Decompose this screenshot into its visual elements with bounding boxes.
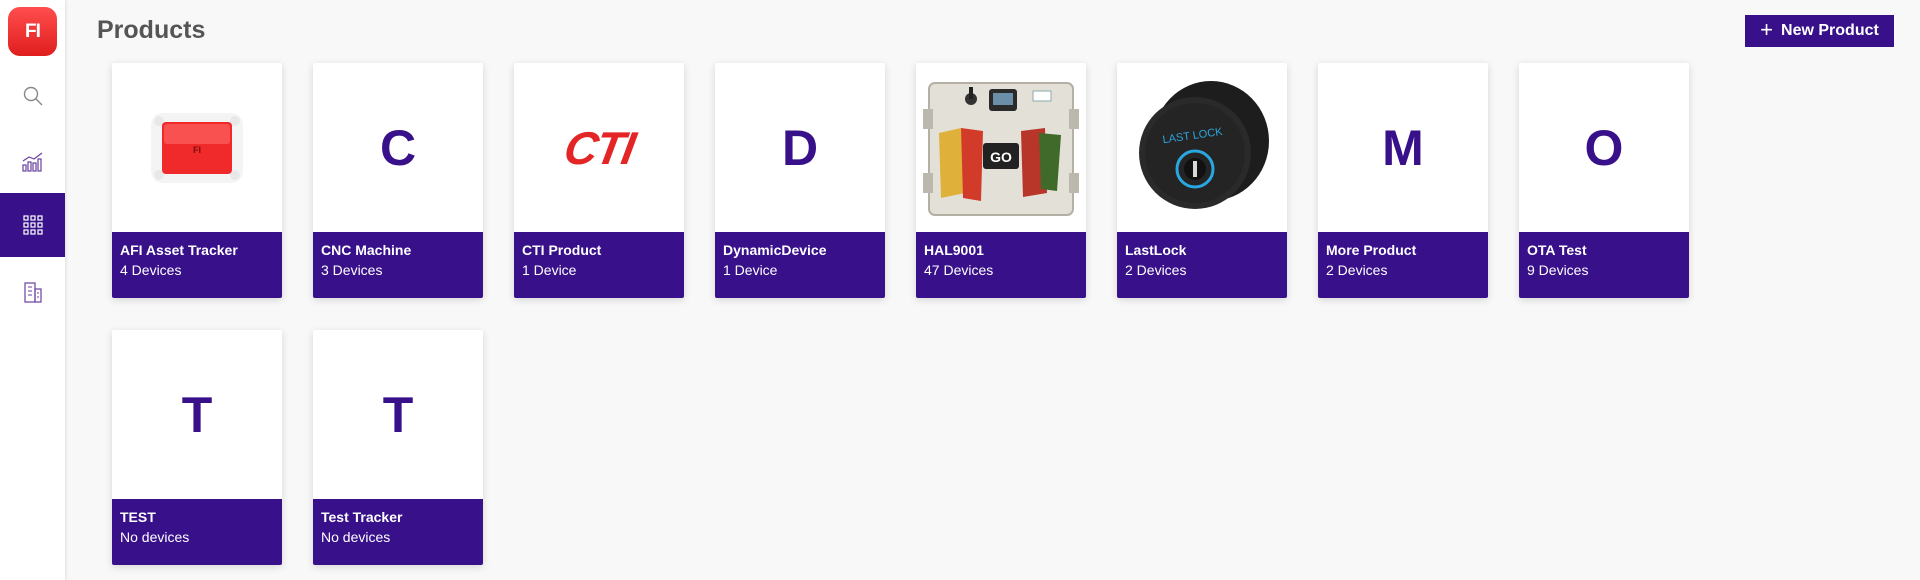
lock-device-image: LAST LOCK xyxy=(1139,80,1269,209)
product-device-count: 9 Devices xyxy=(1527,262,1589,278)
sidebar: FI xyxy=(0,0,65,580)
product-card[interactable]: M More Product 2 Devices xyxy=(1318,63,1488,298)
product-device-count: No devices xyxy=(120,529,190,545)
product-image: T xyxy=(313,330,483,499)
product-device-count: 1 Device xyxy=(522,262,577,278)
product-initial: C xyxy=(379,119,417,176)
product-card-footer: AFI Asset Tracker 4 Devices xyxy=(112,232,282,298)
product-card[interactable]: T Test Tracker No devices xyxy=(313,330,483,565)
product-initial: T xyxy=(181,386,213,443)
product-device-count: 3 Devices xyxy=(321,262,383,278)
product-card[interactable]: O OTA Test 9 Devices xyxy=(1519,63,1689,298)
chart-icon xyxy=(21,152,42,172)
product-name: Test Tracker xyxy=(321,509,403,525)
product-name: AFI Asset Tracker xyxy=(120,242,238,258)
product-card[interactable]: T TEST No devices xyxy=(112,330,282,565)
product-image: O xyxy=(1519,63,1689,232)
product-initial: O xyxy=(1584,119,1624,176)
svg-text:GO: GO xyxy=(990,149,1012,165)
product-card-footer: More Product 2 Devices xyxy=(1318,232,1488,298)
main-content: Products + New Product FI AFI Asset Trac… xyxy=(65,0,1920,580)
new-product-button[interactable]: + New Product xyxy=(1745,15,1894,47)
new-product-label: New Product xyxy=(1781,22,1879,39)
product-grid: FI AFI Asset Tracker 4 Devices C CNC Mac… xyxy=(112,63,1689,565)
product-card[interactable]: CTI CTI Product 1 Device xyxy=(514,63,684,298)
product-image: FI xyxy=(112,63,282,232)
product-card-footer: LastLock 2 Devices xyxy=(1117,232,1287,298)
product-name: OTA Test xyxy=(1527,242,1587,258)
search-icon xyxy=(23,86,42,106)
product-card-footer: TEST No devices xyxy=(112,499,282,565)
svg-text:FI: FI xyxy=(193,145,201,155)
product-card-footer: CTI Product 1 Device xyxy=(514,232,684,298)
product-initial: D xyxy=(781,119,819,176)
nav-analytics[interactable] xyxy=(0,130,65,194)
building-icon xyxy=(23,282,42,303)
product-image: CTI xyxy=(514,63,684,232)
product-name: CTI Product xyxy=(522,242,602,258)
product-card[interactable]: C CNC Machine 3 Devices xyxy=(313,63,483,298)
product-card-footer: OTA Test 9 Devices xyxy=(1519,232,1689,298)
product-device-count: 2 Devices xyxy=(1125,262,1187,278)
product-card-footer: HAL9001 47 Devices xyxy=(916,232,1086,298)
product-image: LAST LOCK xyxy=(1117,63,1287,232)
product-card[interactable]: FI AFI Asset Tracker 4 Devices xyxy=(112,63,282,298)
product-name: CNC Machine xyxy=(321,242,412,258)
product-image: GO xyxy=(916,63,1086,232)
product-initial: M xyxy=(1382,119,1424,176)
product-initial: T xyxy=(382,386,414,443)
product-name: HAL9001 xyxy=(924,242,984,258)
product-image: T xyxy=(112,330,282,499)
nav-search[interactable] xyxy=(0,64,65,128)
tracker-device-image: FI xyxy=(151,112,243,183)
nav-buildings[interactable] xyxy=(0,260,65,324)
nav-products[interactable] xyxy=(0,193,65,257)
page-title: Products xyxy=(97,16,206,44)
product-card-footer: CNC Machine 3 Devices xyxy=(313,232,483,298)
product-device-count: 4 Devices xyxy=(120,262,182,278)
product-device-count: 2 Devices xyxy=(1326,262,1388,278)
product-name: TEST xyxy=(120,509,156,525)
product-card-footer: Test Tracker No devices xyxy=(313,499,483,565)
product-card-footer: DynamicDevice 1 Device xyxy=(715,232,885,298)
product-device-count: 1 Device xyxy=(723,262,778,278)
product-image: M xyxy=(1318,63,1488,232)
grid-icon xyxy=(22,215,43,235)
product-card[interactable]: LAST LOCK LastLock 2 Devices xyxy=(1117,63,1287,298)
cti-logo: CTI xyxy=(560,121,638,174)
product-image: D xyxy=(715,63,885,232)
product-name: DynamicDevice xyxy=(723,242,827,258)
product-device-count: 47 Devices xyxy=(924,262,994,278)
product-name: LastLock xyxy=(1125,242,1187,258)
product-card[interactable]: GO HAL9001 47 Devices xyxy=(916,63,1086,298)
product-device-count: No devices xyxy=(321,529,391,545)
enclosure-box-image: GO xyxy=(923,81,1079,216)
app-logo[interactable]: FI xyxy=(8,7,57,56)
product-image: C xyxy=(313,63,483,232)
product-card[interactable]: D DynamicDevice 1 Device xyxy=(715,63,885,298)
plus-icon: + xyxy=(1760,17,1774,42)
product-name: More Product xyxy=(1326,242,1417,258)
